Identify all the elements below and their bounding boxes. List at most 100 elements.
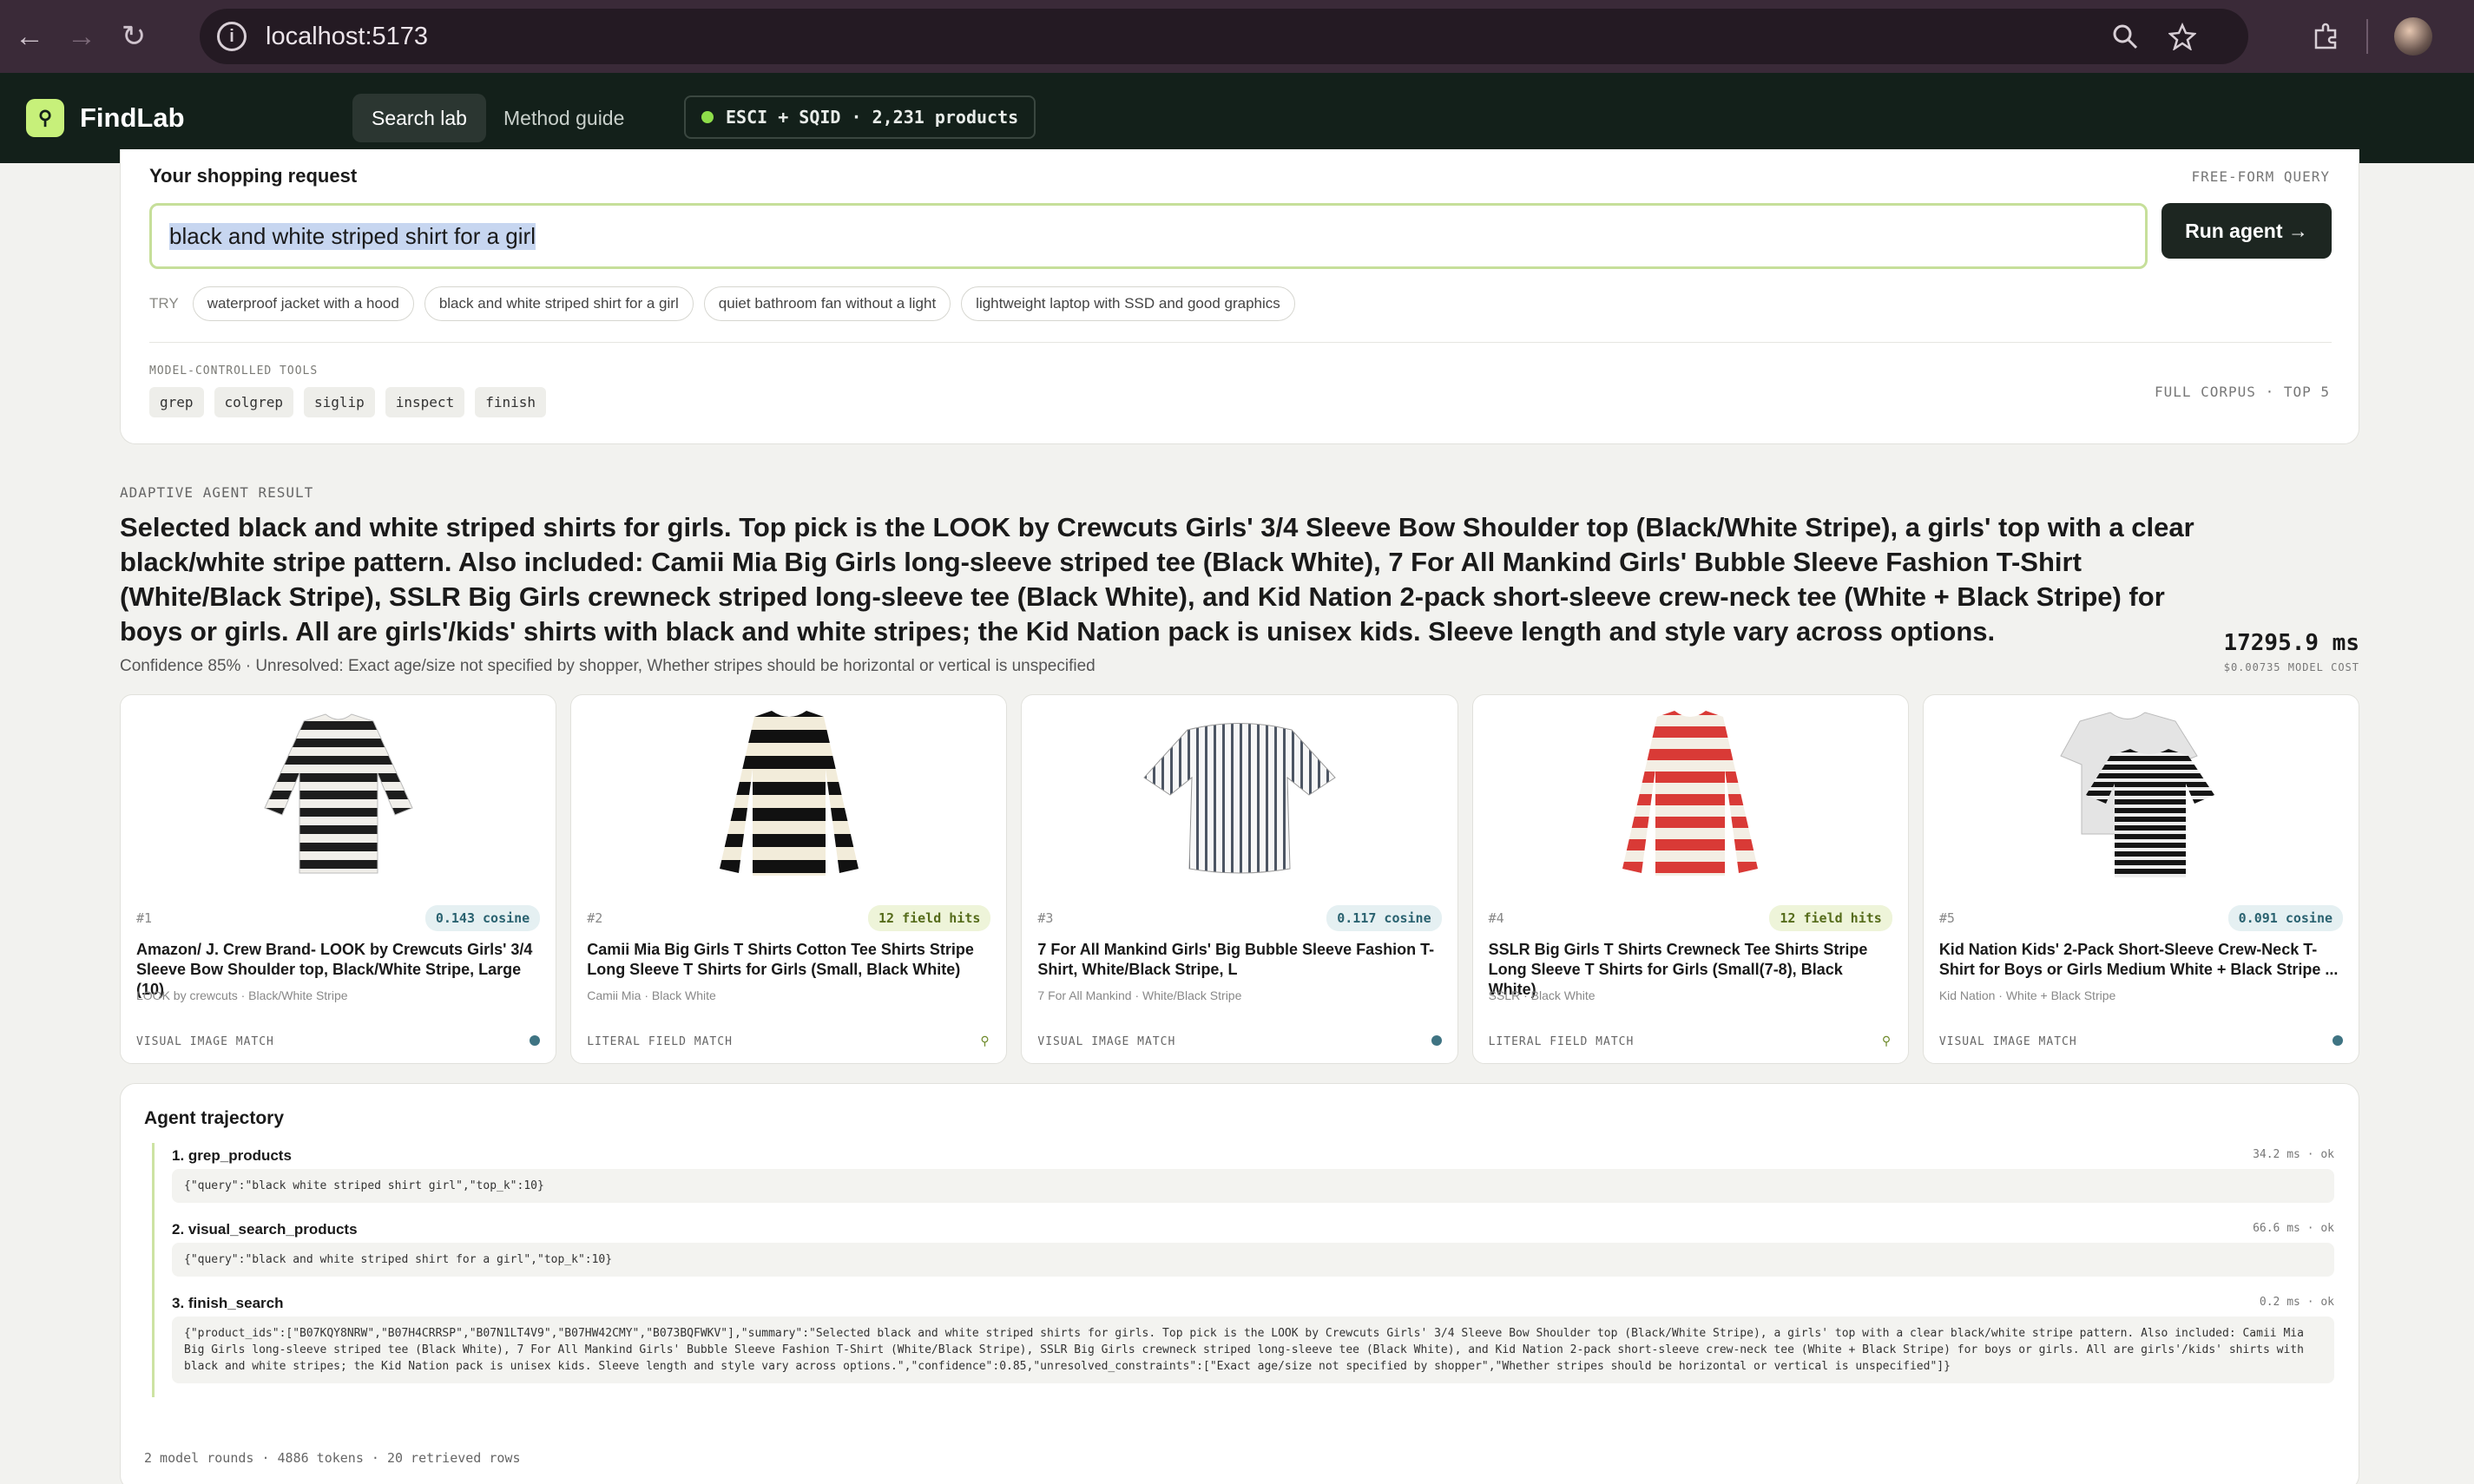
suggestion-chip[interactable]: waterproof jacket with a hood bbox=[192, 286, 414, 321]
tool-chip-siglip: siglip bbox=[303, 387, 375, 417]
query-input[interactable]: black and white striped shirt for a girl bbox=[149, 203, 2148, 269]
product-rank: #4 bbox=[1488, 910, 1504, 926]
tab-method-guide[interactable]: Method guide bbox=[484, 94, 643, 142]
step-timing: 34.2 ms · ok bbox=[2253, 1148, 2334, 1161]
corpus-note: FULL CORPUS · TOP 5 bbox=[2154, 384, 2330, 400]
request-tag: FREE-FORM QUERY bbox=[2191, 168, 2330, 185]
model-cost: $0.00735 MODEL COST bbox=[2223, 661, 2359, 673]
product-image[interactable] bbox=[571, 695, 1006, 895]
trajectory-title: Agent trajectory bbox=[144, 1108, 285, 1128]
suggestion-chip[interactable]: black and white striped shirt for a girl bbox=[424, 286, 694, 321]
product-card[interactable]: #1 0.143 cosine Amazon/ J. Crew Brand- L… bbox=[120, 694, 557, 1064]
step-arguments: {"query":"black and white striped shirt … bbox=[172, 1243, 2334, 1277]
extensions-icon[interactable] bbox=[2311, 22, 2340, 51]
match-type: LITERAL FIELD MATCH bbox=[1488, 1035, 1635, 1048]
corpus-badge-label: ESCI + SQID · 2,231 products bbox=[726, 107, 1019, 128]
shopping-request-card: Your shopping request FREE-FORM QUERY bl… bbox=[120, 149, 2359, 444]
tool-chip-finish: finish bbox=[475, 387, 546, 417]
step-arguments: {"product_ids":["B07KQY8NRW","B07H4CRRSP… bbox=[172, 1317, 2334, 1383]
browser-toolbar: ← → ↻ i localhost:5173 bbox=[0, 0, 2474, 73]
query-text[interactable]: black and white striped shirt for a girl bbox=[169, 222, 536, 250]
step-name: 2. visual_search_products bbox=[172, 1221, 358, 1238]
address-bar[interactable]: i localhost:5173 bbox=[200, 9, 2248, 64]
product-card[interactable]: #4 12 field hits SSLR Big Girls T Shirts… bbox=[1471, 694, 1909, 1064]
step-name: 1. grep_products bbox=[172, 1147, 292, 1164]
product-card[interactable]: #3 0.117 cosine 7 For All Mankind Girls'… bbox=[1021, 694, 1458, 1064]
trajectory-step: 3. finish_search 0.2 ms · ok {"product_i… bbox=[172, 1290, 2334, 1383]
findlab-logo-icon: ⚲ bbox=[26, 99, 64, 137]
profile-avatar[interactable] bbox=[2394, 17, 2432, 56]
request-title: Your shopping request bbox=[149, 165, 358, 187]
literal-match-icon: ⚲ bbox=[980, 1034, 990, 1047]
suggestion-row: TRY waterproof jacket with a hood black … bbox=[149, 286, 1295, 321]
product-image[interactable] bbox=[1924, 695, 2359, 895]
product-brand-color: LOOK by crewcuts · Black/White Stripe bbox=[136, 988, 348, 1002]
score-badge: 0.143 cosine bbox=[424, 905, 541, 931]
step-timing: 66.6 ms · ok bbox=[2253, 1222, 2334, 1235]
site-info-icon[interactable]: i bbox=[217, 22, 247, 51]
card-divider bbox=[149, 342, 2332, 343]
product-rank: #1 bbox=[136, 910, 153, 926]
product-brand-color: Kid Nation · White + Black Stripe bbox=[1938, 988, 2116, 1002]
step-arguments: {"query":"black white striped shirt girl… bbox=[172, 1169, 2334, 1203]
visual-match-icon bbox=[1431, 1035, 1442, 1046]
product-rank: #2 bbox=[587, 910, 603, 926]
tool-chip-inspect: inspect bbox=[385, 387, 465, 417]
product-grid: #1 0.143 cosine Amazon/ J. Crew Brand- L… bbox=[120, 694, 2360, 1064]
product-rank: #5 bbox=[1938, 910, 1955, 926]
suggestion-chip[interactable]: lightweight laptop with SSD and good gra… bbox=[961, 286, 1295, 321]
tool-list: grep colgrep siglip inspect finish bbox=[149, 387, 546, 417]
product-rank: #3 bbox=[1037, 910, 1054, 926]
agent-trajectory-panel: Agent trajectory 1. grep_products 34.2 m… bbox=[120, 1083, 2359, 1484]
score-badge: 0.091 cosine bbox=[2227, 905, 2344, 931]
result-summary: Selected black and white striped shirts … bbox=[120, 512, 2194, 647]
visual-match-icon bbox=[530, 1035, 541, 1046]
product-brand-color: SSLR · Black White bbox=[1488, 988, 1596, 1002]
tool-chip-colgrep: colgrep bbox=[214, 387, 293, 417]
tools-label: MODEL-CONTROLLED TOOLS bbox=[149, 364, 319, 378]
trajectory-step: 2. visual_search_products 66.6 ms · ok {… bbox=[172, 1217, 2334, 1277]
score-badge: 0.117 cosine bbox=[1326, 905, 1442, 931]
product-image[interactable] bbox=[121, 695, 556, 895]
match-type: VISUAL IMAGE MATCH bbox=[1938, 1035, 2077, 1048]
score-badge: 12 field hits bbox=[1769, 905, 1892, 931]
product-brand-color: Camii Mia · Black White bbox=[587, 988, 716, 1002]
trajectory-steps: 1. grep_products 34.2 ms · ok {"query":"… bbox=[152, 1143, 2334, 1397]
zoom-icon[interactable] bbox=[2111, 23, 2139, 50]
product-title[interactable]: 7 For All Mankind Girls' Big Bubble Slee… bbox=[1037, 940, 1444, 980]
address-url[interactable]: localhost:5173 bbox=[266, 23, 428, 51]
corpus-badge: ESCI + SQID · 2,231 products bbox=[684, 95, 1036, 139]
product-brand-color: 7 For All Mankind · White/Black Stripe bbox=[1037, 988, 1242, 1002]
product-card[interactable]: #5 0.091 cosine Kid Nation Kids' 2-Pack … bbox=[1922, 694, 2360, 1064]
match-type: VISUAL IMAGE MATCH bbox=[136, 1035, 274, 1048]
product-title[interactable]: Kid Nation Kids' 2-Pack Short-Sleeve Cre… bbox=[1939, 940, 2346, 980]
score-badge: 12 field hits bbox=[868, 905, 991, 931]
status-dot-icon bbox=[701, 111, 714, 123]
result-label: ADAPTIVE AGENT RESULT bbox=[120, 484, 314, 501]
product-image[interactable] bbox=[1022, 695, 1457, 895]
product-card[interactable]: #2 12 field hits Camii Mia Big Girls T S… bbox=[570, 694, 1008, 1064]
suggestion-chip[interactable]: quiet bathroom fan without a light bbox=[703, 286, 951, 321]
brand-name: FindLab bbox=[80, 102, 185, 133]
tab-search-lab[interactable]: Search lab bbox=[352, 94, 486, 142]
forward-icon[interactable]: → bbox=[56, 10, 108, 62]
product-title[interactable]: Camii Mia Big Girls T Shirts Cotton Tee … bbox=[587, 940, 993, 980]
step-timing: 0.2 ms · ok bbox=[2259, 1296, 2334, 1309]
trajectory-stats: 2 model rounds · 4886 tokens · 20 retrie… bbox=[144, 1450, 521, 1466]
trajectory-step: 1. grep_products 34.2 ms · ok {"query":"… bbox=[172, 1143, 2334, 1203]
timing-value: 17295.9 ms bbox=[2223, 630, 2359, 656]
match-type: LITERAL FIELD MATCH bbox=[587, 1035, 733, 1048]
reload-icon[interactable]: ↻ bbox=[108, 10, 160, 62]
run-agent-button[interactable]: Run agent → bbox=[2161, 203, 2332, 259]
match-type: VISUAL IMAGE MATCH bbox=[1037, 1035, 1176, 1048]
try-label: TRY bbox=[149, 295, 179, 312]
toolbar-divider bbox=[2366, 19, 2368, 54]
literal-match-icon: ⚲ bbox=[1881, 1034, 1892, 1047]
visual-match-icon bbox=[2333, 1035, 2344, 1046]
confidence-note: Confidence 85% · Unresolved: Exact age/s… bbox=[120, 657, 1096, 675]
step-name: 3. finish_search bbox=[172, 1295, 284, 1311]
back-icon[interactable]: ← bbox=[3, 10, 56, 62]
tool-chip-grep: grep bbox=[149, 387, 204, 417]
product-image[interactable] bbox=[1473, 695, 1908, 895]
bookmark-star-icon[interactable] bbox=[2168, 23, 2196, 50]
